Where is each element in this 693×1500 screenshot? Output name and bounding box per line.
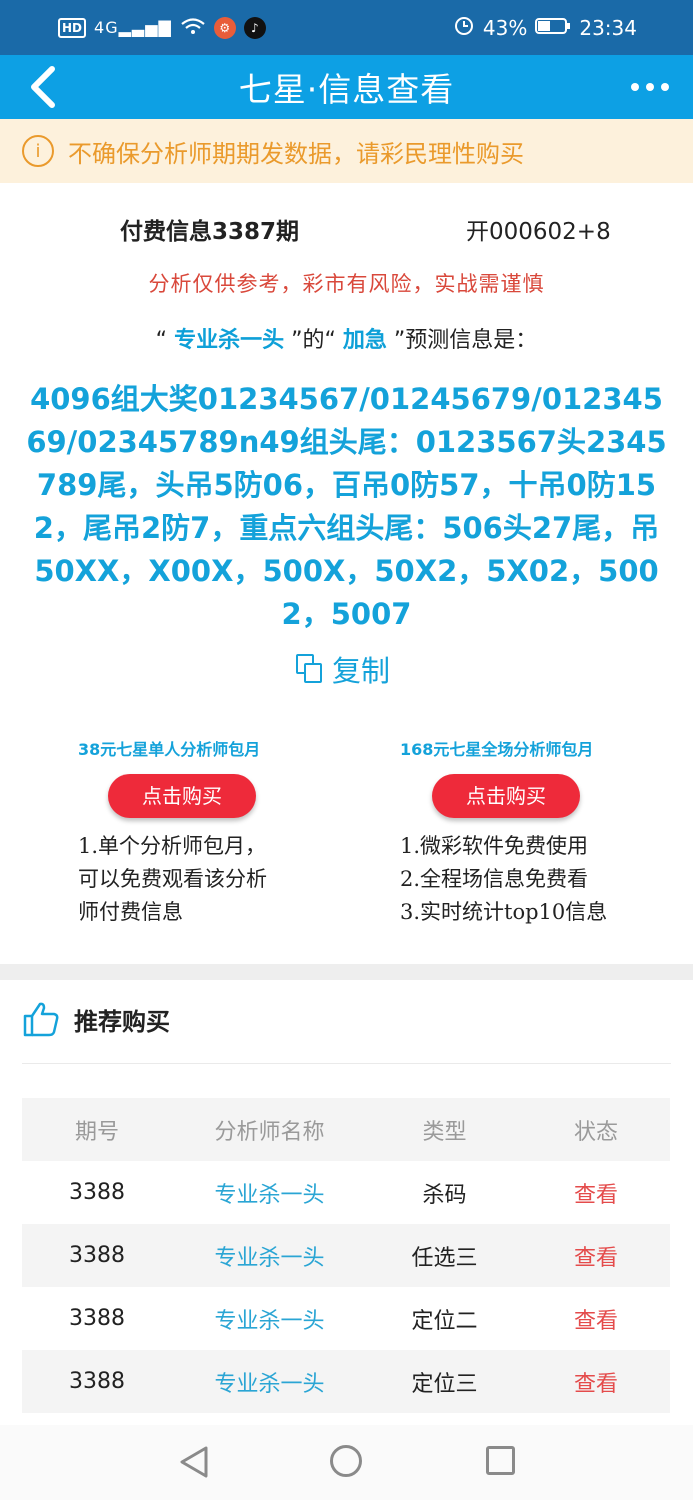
info-icon: i bbox=[22, 135, 54, 167]
risk-warning: 分析仅供参考，彩市有风险，实战需谨慎 bbox=[148, 272, 545, 296]
quote-mid: ”的“ bbox=[291, 328, 336, 353]
more-button[interactable] bbox=[631, 71, 669, 103]
recommend-table: 期号 分析师名称 类型 状态 3388 专业杀一头 杀码 查看 3388 专业杀… bbox=[22, 1098, 670, 1413]
plan-desc-line: 1.微彩软件免费使用 bbox=[400, 834, 589, 858]
info-header: 付费信息3387期 开000602+8 bbox=[0, 204, 693, 254]
recommend-title: 推荐购买 bbox=[74, 1007, 170, 1036]
issue-cell: 3388 bbox=[69, 1243, 125, 1268]
plan-desc-line: 可以免费观看该分析 bbox=[78, 867, 267, 891]
buy-button[interactable]: 点击购买 bbox=[432, 774, 580, 818]
copy-icon bbox=[296, 654, 324, 684]
back-button[interactable] bbox=[26, 65, 66, 109]
plan-all: 168元七星全场分析师包月 点击购买 1.微彩软件免费使用 2.全程场信息免费看… bbox=[400, 736, 693, 929]
col-type: 类型 bbox=[422, 1119, 467, 1145]
table-header: 期号 分析师名称 类型 状态 bbox=[22, 1098, 670, 1161]
analyst-link[interactable]: 专业杀一头 bbox=[172, 1303, 367, 1335]
buy-button[interactable]: 点击购买 bbox=[108, 774, 256, 818]
analyst-link[interactable]: 专业杀一头 bbox=[172, 1366, 367, 1398]
quote-end: ”预测信息是： bbox=[393, 328, 538, 353]
table-row: 3388 专业杀一头 杀码 查看 bbox=[22, 1161, 670, 1224]
issue-cell: 3388 bbox=[69, 1369, 125, 1394]
plan-description: 1.单个分析师包月， 可以免费观看该分析 师付费信息 bbox=[78, 830, 378, 929]
col-analyst: 分析师名称 bbox=[214, 1119, 325, 1145]
thumbs-up-icon bbox=[23, 1002, 59, 1037]
network-type: 4G bbox=[94, 18, 119, 37]
nav-bar: 七星·信息查看 bbox=[0, 55, 693, 119]
view-link[interactable]: 查看 bbox=[522, 1240, 670, 1272]
copy-label: 复制 bbox=[332, 654, 391, 688]
hd-badge: HD bbox=[58, 17, 87, 38]
plan-title: 38元七星单人分析师包月 bbox=[78, 740, 261, 759]
clock: 23:34 bbox=[579, 15, 637, 40]
plan-desc-line: 师付费信息 bbox=[78, 900, 183, 924]
divider bbox=[22, 1063, 671, 1064]
issue-cell: 3388 bbox=[69, 1180, 125, 1205]
recommend-header: 推荐购买 bbox=[22, 1000, 170, 1038]
battery-percent: 43% bbox=[482, 15, 528, 40]
table-row: 3388 专业杀一头 定位二 查看 bbox=[22, 1287, 670, 1350]
table-row: 3388 专业杀一头 定位三 查看 bbox=[22, 1350, 670, 1413]
nav-recent-square-icon[interactable] bbox=[486, 1446, 515, 1475]
type-cell: 任选三 bbox=[411, 1245, 478, 1271]
col-status: 状态 bbox=[573, 1119, 618, 1145]
analyst-link[interactable]: 专业杀一头 bbox=[172, 1177, 367, 1209]
notice-text: 不确保分析师期期发数据，请彩民理性购买 bbox=[68, 139, 524, 168]
plan-title: 168元七星全场分析师包月 bbox=[400, 740, 594, 759]
draw-result: 开000602+8 bbox=[466, 219, 611, 245]
page-title: 七星·信息查看 bbox=[238, 70, 455, 109]
view-link[interactable]: 查看 bbox=[522, 1366, 670, 1398]
status-left: HD 4G▂▃▅▇ ⚙ ♪ bbox=[58, 16, 266, 40]
analyst-name[interactable]: 专业杀一头 bbox=[174, 328, 284, 353]
plan-single: 38元七星单人分析师包月 点击购买 1.单个分析师包月， 可以免费观看该分析 师… bbox=[78, 736, 378, 929]
view-link[interactable]: 查看 bbox=[522, 1177, 670, 1209]
quote-open: “ bbox=[155, 328, 168, 353]
wifi-icon bbox=[180, 16, 206, 40]
prediction-heading: “ 专业杀一头 ”的“ 加急 ”预测信息是： bbox=[0, 322, 693, 354]
analyst-link[interactable]: 专业杀一头 bbox=[172, 1240, 367, 1272]
col-issue: 期号 bbox=[74, 1119, 119, 1145]
signal-icon: 4G▂▃▅▇ bbox=[94, 18, 172, 37]
section-divider bbox=[0, 964, 693, 980]
app-badge-icon: ⚙ bbox=[213, 16, 236, 39]
status-right: 43% 23:34 bbox=[453, 14, 637, 41]
table-row: 3388 专业杀一头 任选三 查看 bbox=[22, 1224, 670, 1287]
warning-notice: i 不确保分析师期期发数据，请彩民理性购买 bbox=[0, 119, 693, 183]
tiktok-icon: ♪ bbox=[243, 16, 266, 39]
back-chevron-icon bbox=[31, 66, 55, 108]
alarm-icon bbox=[453, 14, 475, 41]
nav-home-circle-icon[interactable] bbox=[330, 1445, 362, 1477]
more-dot bbox=[646, 83, 654, 91]
type-cell: 定位二 bbox=[411, 1308, 478, 1334]
type-cell: 杀码 bbox=[422, 1182, 467, 1208]
nav-back-triangle-icon[interactable] bbox=[178, 1445, 210, 1479]
copy-button[interactable]: 复制 bbox=[296, 648, 390, 690]
type-cell: 定位三 bbox=[411, 1371, 478, 1397]
battery-icon bbox=[535, 16, 571, 40]
plan-desc-line: 3.实时统计top10信息 bbox=[400, 900, 608, 924]
status-bar: HD 4G▂▃▅▇ ⚙ ♪ 43% 23:34 bbox=[0, 0, 693, 55]
view-link[interactable]: 查看 bbox=[522, 1303, 670, 1335]
system-nav-bar bbox=[0, 1425, 693, 1500]
issue-cell: 3388 bbox=[69, 1306, 125, 1331]
category-label: 加急 bbox=[342, 328, 387, 353]
info-title: 付费信息3387期 bbox=[120, 219, 300, 245]
plan-desc-line: 2.全程场信息免费看 bbox=[400, 867, 589, 891]
more-dot bbox=[661, 83, 669, 91]
plan-desc-line: 1.单个分析师包月， bbox=[78, 834, 267, 858]
more-dots-icon bbox=[631, 83, 639, 91]
plan-description: 1.微彩软件免费使用 2.全程场信息免费看 3.实时统计top10信息 bbox=[400, 830, 693, 929]
prediction-content: 4096组大奖01234567/01245679/01234569/023457… bbox=[26, 382, 667, 631]
